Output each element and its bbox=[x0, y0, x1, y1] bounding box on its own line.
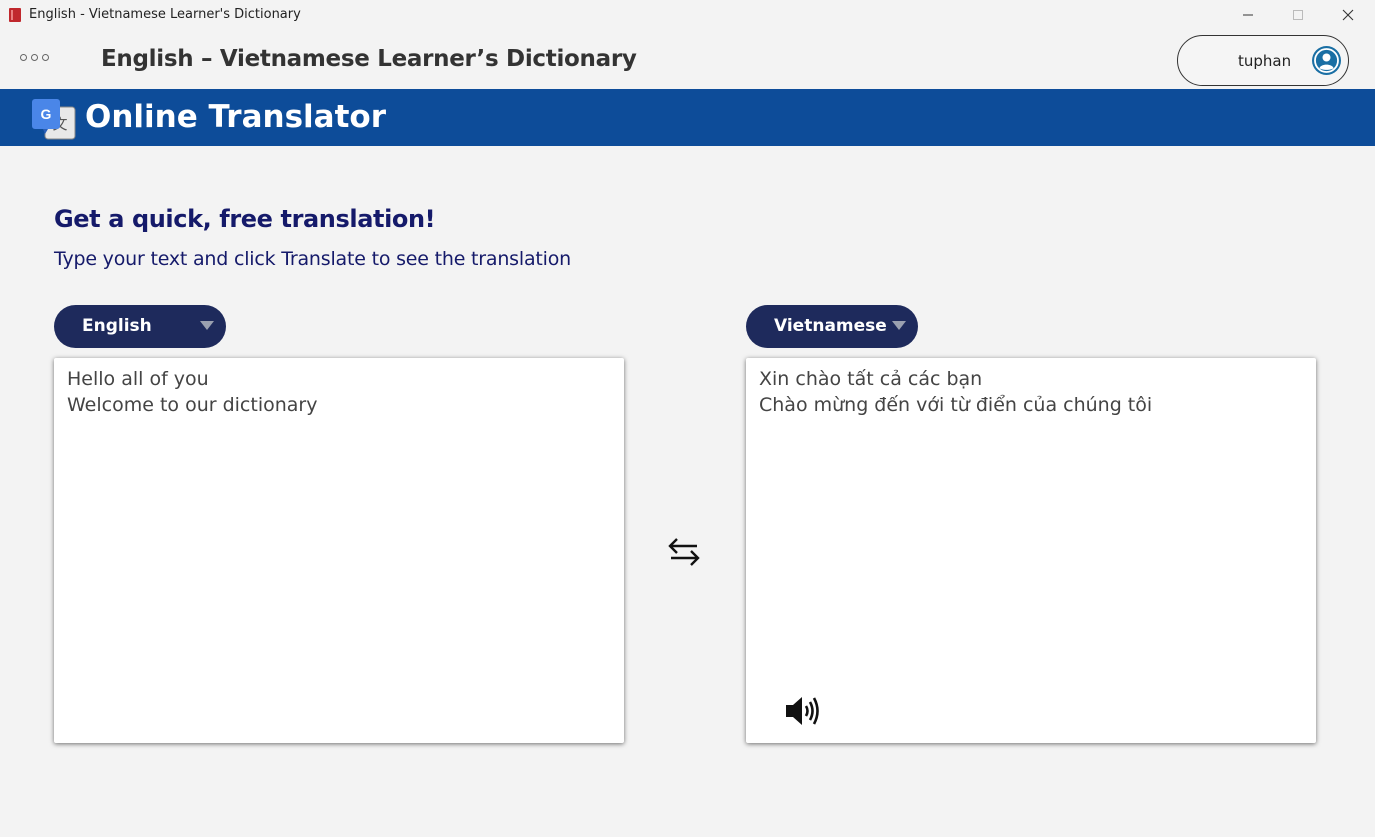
banner-title: Online Translator bbox=[85, 99, 386, 135]
window-titlebar: English - Vietnamese Learner's Dictionar… bbox=[0, 0, 1375, 30]
user-account-button[interactable]: tuphan bbox=[1177, 35, 1349, 86]
target-language-label: Vietnamese bbox=[774, 316, 887, 336]
more-dots-icon[interactable] bbox=[20, 54, 49, 61]
user-avatar-icon bbox=[1312, 46, 1341, 75]
source-text[interactable]: Hello all of you Welcome to our dictiona… bbox=[67, 366, 317, 418]
maximize-icon bbox=[1293, 10, 1303, 20]
speaker-icon bbox=[786, 697, 819, 725]
swap-arrows-icon bbox=[668, 538, 700, 566]
chevron-down-icon bbox=[892, 321, 906, 330]
app-title: English – Vietnamese Learner’s Dictionar… bbox=[101, 46, 637, 72]
svg-text:G: G bbox=[41, 106, 52, 122]
app-header: English – Vietnamese Learner’s Dictionar… bbox=[0, 30, 1375, 89]
chevron-down-icon bbox=[200, 321, 214, 330]
target-language-select[interactable]: Vietnamese bbox=[746, 305, 918, 348]
minimize-button[interactable] bbox=[1225, 0, 1271, 30]
close-icon bbox=[1342, 9, 1354, 21]
minimize-icon bbox=[1243, 14, 1253, 16]
swap-languages-button[interactable] bbox=[664, 533, 704, 571]
page-headline: Get a quick, free translation! bbox=[54, 205, 436, 233]
username-label: tuphan bbox=[1238, 52, 1292, 70]
window-title: English - Vietnamese Learner's Dictionar… bbox=[29, 7, 301, 22]
translation-output-area[interactable]: Xin chào tất cả các bạn Chào mừng đến vớ… bbox=[746, 358, 1316, 743]
source-language-label: English bbox=[82, 316, 152, 336]
google-translate-icon: 文 G bbox=[31, 97, 77, 141]
translation-text: Xin chào tất cả các bạn Chào mừng đến vớ… bbox=[759, 368, 1153, 416]
close-button[interactable] bbox=[1325, 0, 1371, 30]
listen-button[interactable] bbox=[784, 694, 824, 728]
maximize-button[interactable] bbox=[1275, 0, 1321, 30]
translator-banner: 文 G Online Translator bbox=[0, 89, 1375, 146]
source-text-area[interactable]: Hello all of you Welcome to our dictiona… bbox=[54, 358, 624, 743]
app-book-icon bbox=[9, 8, 21, 22]
source-language-select[interactable]: English bbox=[54, 305, 226, 348]
page-subheadline: Type your text and click Translate to se… bbox=[54, 248, 571, 270]
